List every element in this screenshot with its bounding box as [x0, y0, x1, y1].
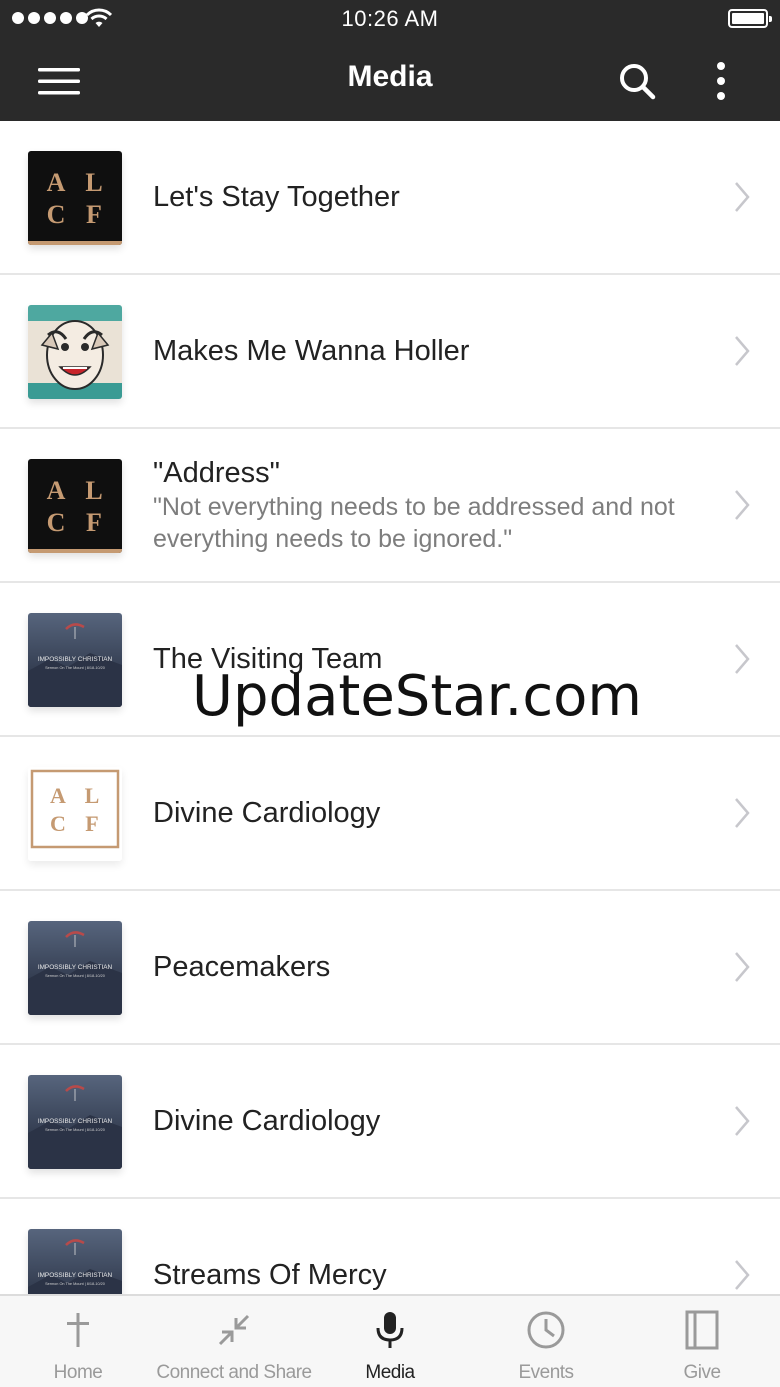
- logo-letter: A: [50, 783, 66, 808]
- chevron-right-icon: [735, 952, 750, 982]
- logo-letter: F: [85, 811, 98, 836]
- media-title: Divine Cardiology: [153, 1105, 381, 1137]
- tab-home[interactable]: Home: [0, 1296, 156, 1387]
- book-icon: [685, 1310, 719, 1350]
- media-title: Divine Cardiology: [153, 797, 381, 829]
- chevron-right-icon: [735, 798, 750, 828]
- media-thumbnail: IMPOSSIBLY CHRISTIAN Sermon On The Mount…: [28, 921, 122, 1015]
- tab-label: Media: [365, 1362, 415, 1383]
- chevron-right-icon: [735, 644, 750, 674]
- logo-letter: F: [86, 200, 102, 229]
- status-time: 10:26 AM: [341, 6, 439, 31]
- chevron-right-icon: [735, 336, 750, 366]
- tab-connect-and-share[interactable]: Connect and Share: [156, 1296, 312, 1387]
- logo-letter: C: [47, 200, 66, 229]
- search-button[interactable]: [602, 40, 672, 121]
- media-title: Makes Me Wanna Holler: [153, 335, 470, 367]
- series-artwork-icon: IMPOSSIBLY CHRISTIAN Sermon On The Mount…: [28, 1075, 122, 1169]
- logo-letter: L: [85, 783, 100, 808]
- arrows-in-icon: [218, 1314, 250, 1346]
- media-list-item[interactable]: IMPOSSIBLY CHRISTIAN Sermon On The Mount…: [0, 1199, 780, 1294]
- clock-icon: [527, 1311, 565, 1349]
- media-thumbnail: IMPOSSIBLY CHRISTIAN Sermon On The Mount…: [28, 1229, 122, 1294]
- series-title-text: IMPOSSIBLY CHRISTIAN: [38, 1118, 113, 1125]
- media-list-item[interactable]: IMPOSSIBLY CHRISTIAN Sermon On The Mount…: [0, 891, 780, 1045]
- series-subtitle-text: Sermon On The Mount | 8/18-10/20: [45, 666, 105, 670]
- tab-label: Give: [683, 1362, 721, 1383]
- series-artwork-icon: IMPOSSIBLY CHRISTIAN Sermon On The Mount…: [28, 1229, 122, 1294]
- media-thumbnail: A L C F: [28, 767, 122, 861]
- tab-bar: Home Connect and Share Media Events Give: [0, 1294, 780, 1387]
- logo-letter: C: [50, 811, 66, 836]
- media-list-item[interactable]: A L C F Let's Stay Together: [0, 121, 780, 275]
- tab-events[interactable]: Events: [468, 1296, 624, 1387]
- alcf-logo-icon: A L C F: [28, 767, 122, 861]
- media-title: Let's Stay Together: [153, 181, 400, 213]
- series-title-text: IMPOSSIBLY CHRISTIAN: [38, 964, 113, 971]
- logo-letter: C: [47, 508, 66, 537]
- chevron-right-icon: [735, 1260, 750, 1290]
- tab-label: Connect and Share: [156, 1362, 312, 1383]
- face-illustration-icon: [28, 305, 122, 399]
- media-title: Peacemakers: [153, 951, 331, 983]
- media-list-item[interactable]: A L C F "Address" "Not everything needs …: [0, 429, 780, 583]
- series-artwork-icon: IMPOSSIBLY CHRISTIAN Sermon On The Mount…: [28, 921, 122, 1015]
- series-title-text: IMPOSSIBLY CHRISTIAN: [38, 1272, 113, 1279]
- alcf-logo-icon: A L C F: [28, 151, 122, 245]
- media-title: "Address": [153, 457, 280, 489]
- media-thumbnail: IMPOSSIBLY CHRISTIAN Sermon On The Mount…: [28, 1075, 122, 1169]
- watermark-text: UpdateStar.com: [192, 664, 642, 729]
- logo-letter: L: [85, 168, 102, 197]
- cross-icon: [67, 1313, 89, 1347]
- series-artwork-icon: IMPOSSIBLY CHRISTIAN Sermon On The Mount…: [28, 613, 122, 707]
- series-subtitle-text: Sermon On The Mount | 8/18-10/20: [45, 1282, 105, 1286]
- chevron-right-icon: [735, 1106, 750, 1136]
- series-title-text: IMPOSSIBLY CHRISTIAN: [38, 656, 113, 663]
- tab-media[interactable]: Media: [312, 1296, 468, 1387]
- logo-letter: A: [47, 476, 66, 505]
- battery-icon: [728, 9, 772, 28]
- more-options-button[interactable]: [686, 40, 756, 121]
- tab-label: Events: [518, 1362, 574, 1383]
- status-bar: 10:26 AM: [0, 0, 780, 40]
- microphone-icon: [376, 1312, 404, 1348]
- alcf-logo-icon: A L C F: [28, 459, 122, 553]
- tab-label: Home: [53, 1362, 103, 1383]
- tab-give[interactable]: Give: [624, 1296, 780, 1387]
- series-subtitle-text: Sermon On The Mount | 8/18-10/20: [45, 1128, 105, 1132]
- media-thumbnail: A L C F: [28, 459, 122, 553]
- media-thumbnail: A L C F: [28, 151, 122, 245]
- logo-letter: L: [85, 476, 102, 505]
- media-title: Streams Of Mercy: [153, 1259, 387, 1291]
- series-subtitle-text: Sermon On The Mount | 8/18-10/20: [45, 974, 105, 978]
- media-thumbnail: [28, 305, 122, 399]
- chevron-right-icon: [735, 490, 750, 520]
- media-list-item[interactable]: IMPOSSIBLY CHRISTIAN Sermon On The Mount…: [0, 1045, 780, 1199]
- media-list-item[interactable]: A L C F Divine Cardiology: [0, 737, 780, 891]
- media-subtitle: "Not everything needs to be addressed an…: [153, 493, 675, 553]
- logo-letter: A: [47, 168, 66, 197]
- media-thumbnail: IMPOSSIBLY CHRISTIAN Sermon On The Mount…: [28, 613, 122, 707]
- media-list-item[interactable]: Makes Me Wanna Holler: [0, 275, 780, 429]
- logo-letter: F: [86, 508, 102, 537]
- chevron-right-icon: [735, 182, 750, 212]
- more-vertical-icon: [717, 61, 725, 100]
- nav-bar: Media: [0, 40, 780, 121]
- search-icon: [620, 63, 656, 99]
